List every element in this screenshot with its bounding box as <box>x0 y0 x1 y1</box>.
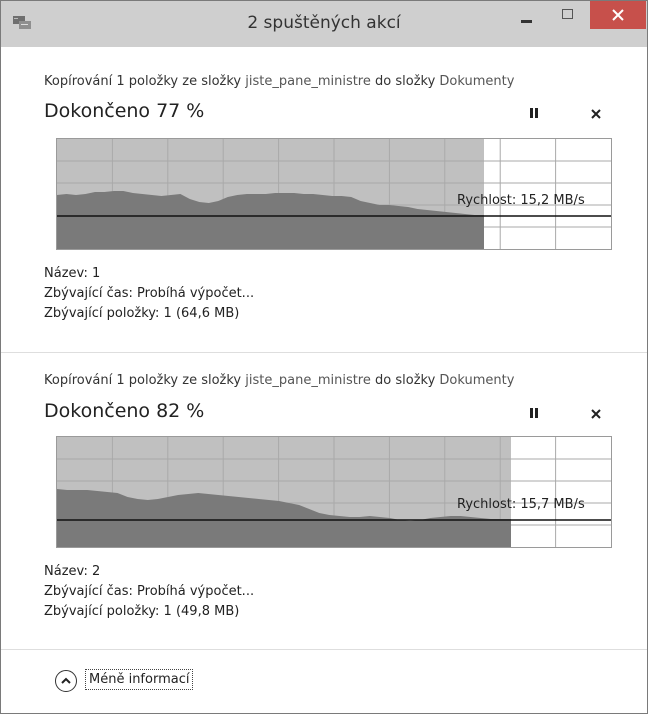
operation-description: Kopírování 1 položky ze složky jiste_pan… <box>44 74 514 89</box>
time-remaining: Zbývající čas: Probíhá výpočet... <box>44 286 255 301</box>
speed-graph <box>56 436 612 548</box>
window-title: 2 spuštěných akcí <box>247 13 401 33</box>
progress-status: Dokončeno 82 % <box>44 400 205 422</box>
minimize-button[interactable] <box>512 1 542 29</box>
items-remaining: Zbývající položky: 1 (64,6 MB) <box>44 306 240 321</box>
source-folder-link[interactable]: jiste_pane_ministre <box>245 373 371 388</box>
cancel-icon <box>591 409 601 419</box>
maximize-button[interactable] <box>553 1 583 29</box>
close-icon <box>612 9 624 21</box>
items-remaining: Zbývající položky: 1 (49,8 MB) <box>44 604 240 619</box>
source-folder-link[interactable]: jiste_pane_ministre <box>245 74 371 89</box>
divider <box>1 352 647 353</box>
operation-connector: do složky <box>375 74 436 89</box>
title-bar[interactable]: 2 spuštěných akcí <box>1 1 647 47</box>
progress-status: Dokončeno 77 % <box>44 100 205 122</box>
file-name: Název: 1 <box>44 266 101 281</box>
less-info-label[interactable]: Méně informací <box>85 669 194 690</box>
time-remaining: Zbývající čas: Probíhá výpočet... <box>44 584 255 599</box>
operation-prefix: Kopírování 1 položky ze složky <box>44 74 242 89</box>
target-folder-link[interactable]: Dokumenty <box>439 373 514 388</box>
cancel-button[interactable] <box>589 406 603 420</box>
pause-button[interactable] <box>527 406 541 420</box>
speed-readout: Rychlost: 15,7 MB/s <box>457 497 585 512</box>
cancel-button[interactable] <box>589 106 603 120</box>
divider <box>1 649 647 650</box>
copy-dialog-window: 2 spuštěných akcí Kopírování 1 položky z… <box>0 0 648 714</box>
file-name: Název: 2 <box>44 564 101 579</box>
speed-graph-plot <box>57 437 611 547</box>
cancel-icon <box>591 109 601 119</box>
chevron-up-icon[interactable] <box>55 670 77 692</box>
operation-description: Kopírování 1 položky ze složky jiste_pan… <box>44 373 514 388</box>
pause-button[interactable] <box>527 106 541 120</box>
target-folder-link[interactable]: Dokumenty <box>439 74 514 89</box>
operation-connector: do složky <box>375 373 436 388</box>
speed-readout: Rychlost: 15,2 MB/s <box>457 193 585 208</box>
operation-prefix: Kopírování 1 položky ze složky <box>44 373 242 388</box>
close-button[interactable] <box>590 1 646 29</box>
